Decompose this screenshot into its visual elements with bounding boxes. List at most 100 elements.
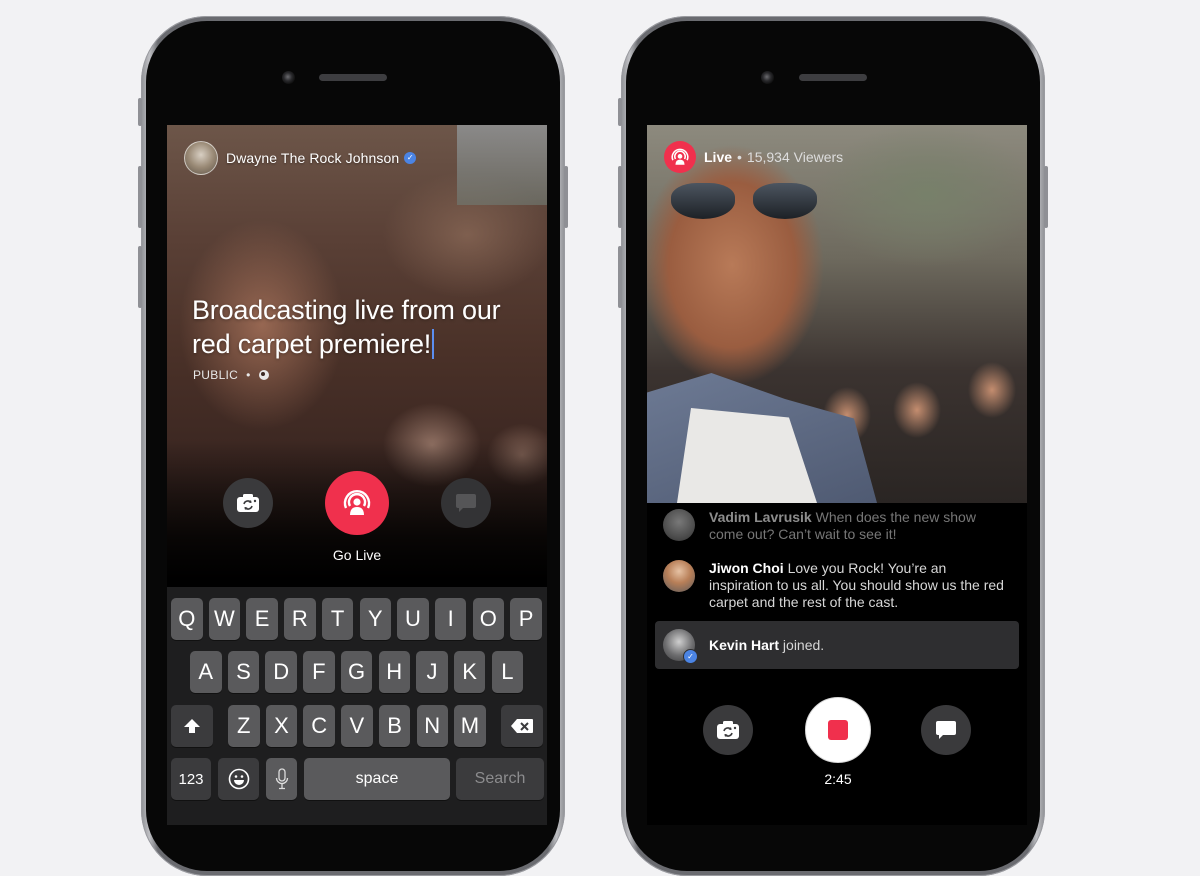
search-key[interactable]: Search [456, 758, 544, 800]
verified-badge-icon: ✓ [683, 649, 698, 664]
mute-switch [618, 98, 622, 126]
key-b[interactable]: B [378, 705, 411, 747]
comment-author[interactable]: Vadim Lavrusik [709, 509, 812, 525]
privacy-separator: • [246, 368, 251, 382]
key-i[interactable]: I [434, 598, 467, 640]
comment-icon [456, 494, 476, 512]
key-l[interactable]: L [491, 651, 524, 693]
joined-user-name[interactable]: Kevin Hart [709, 637, 779, 653]
stop-broadcast-button[interactable] [805, 697, 871, 763]
key-q[interactable]: Q [171, 598, 203, 640]
go-live-label: Go Live [332, 547, 382, 563]
comment-author[interactable]: Jiwon Choi [709, 560, 784, 576]
front-camera [282, 71, 295, 84]
keyboard: QWERTYUIOP ASDFGHJKL ZXCVBNM 123 space S… [167, 587, 547, 825]
key-x[interactable]: X [265, 705, 298, 747]
status-line-2: red carpet premiere! [192, 329, 432, 359]
phone-bezel: Live • 15,934 Viewers Vadim Lavrusik Whe… [626, 21, 1040, 871]
key-m[interactable]: M [454, 705, 486, 747]
viewer-count: 15,934 Viewers [746, 149, 844, 165]
broadcast-timer: 2:45 [824, 771, 852, 787]
comment-icon [936, 721, 956, 739]
status-line-1: Broadcasting live from our [192, 295, 501, 325]
go-live-button[interactable] [325, 471, 389, 535]
user-name[interactable]: Dwayne The Rock Johnson [226, 150, 399, 166]
earpiece-speaker [799, 74, 867, 81]
key-r[interactable]: R [284, 598, 316, 640]
joined-text: joined. [782, 637, 825, 653]
microphone-key[interactable] [266, 758, 297, 800]
flip-camera-button[interactable] [223, 478, 273, 528]
key-a[interactable]: A [190, 651, 222, 693]
comment-item: Vadim Lavrusik When does the new show co… [663, 509, 1013, 543]
key-y[interactable]: Y [359, 598, 391, 640]
privacy-selector[interactable]: PUBLIC • [193, 368, 269, 382]
live-separator: • [737, 149, 742, 165]
key-g[interactable]: G [340, 651, 373, 693]
live-broadcast-icon [671, 148, 689, 165]
emoji-key[interactable] [218, 758, 259, 800]
key-k[interactable]: K [453, 651, 486, 693]
join-notification: ✓ Kevin Hart joined. [655, 621, 1019, 669]
flip-camera-icon [717, 721, 739, 739]
numbers-key[interactable]: 123 [171, 758, 211, 800]
shift-key[interactable] [171, 705, 213, 747]
key-p[interactable]: P [510, 598, 542, 640]
text-cursor [432, 329, 435, 359]
key-e[interactable]: E [246, 598, 278, 640]
key-n[interactable]: N [416, 705, 448, 747]
privacy-label: PUBLIC [193, 368, 239, 382]
key-u[interactable]: U [397, 598, 429, 640]
verified-badge-icon: ✓ [404, 152, 417, 164]
volume-up-button [618, 166, 622, 228]
delete-key[interactable] [501, 705, 543, 747]
key-w[interactable]: W [208, 598, 241, 640]
front-camera [761, 71, 774, 84]
live-video-feed [647, 125, 1027, 503]
comment-item: Jiwon Choi Love you Rock! You’re an insp… [663, 560, 1013, 611]
live-badge [664, 141, 696, 173]
avatar[interactable] [663, 560, 695, 592]
mute-switch [138, 98, 142, 126]
emoji-icon [228, 768, 249, 790]
volume-up-button [138, 166, 142, 228]
key-s[interactable]: S [227, 651, 260, 693]
key-f[interactable]: F [303, 651, 335, 693]
globe-icon [258, 370, 269, 380]
volume-down-button [138, 246, 142, 308]
phone-bezel: Dwayne The Rock Johnson ✓ Broadcasting l… [146, 21, 560, 871]
key-v[interactable]: V [341, 705, 373, 747]
avatar[interactable]: ✓ [663, 629, 698, 664]
key-j[interactable]: J [416, 651, 448, 693]
live-header: Live • 15,934 Viewers [664, 141, 843, 173]
right-phone: Live • 15,934 Viewers Vadim Lavrusik Whe… [618, 16, 1048, 876]
comment-button[interactable] [441, 478, 491, 528]
status-input[interactable]: Broadcasting live from our red carpet pr… [192, 293, 532, 361]
key-d[interactable]: D [265, 651, 297, 693]
avatar[interactable] [184, 141, 218, 175]
live-broadcast-screen: Live • 15,934 Viewers Vadim Lavrusik Whe… [647, 125, 1027, 825]
user-header: Dwayne The Rock Johnson ✓ [184, 141, 417, 175]
key-z[interactable]: Z [228, 705, 260, 747]
earpiece-speaker [319, 74, 387, 81]
avatar[interactable] [663, 509, 695, 541]
key-o[interactable]: O [472, 598, 505, 640]
delete-icon [511, 719, 533, 733]
key-c[interactable]: C [303, 705, 335, 747]
power-button [1044, 166, 1048, 228]
comment-button[interactable] [921, 705, 971, 755]
shift-icon [184, 719, 200, 733]
flip-camera-icon [237, 494, 259, 512]
live-label: Live [704, 149, 733, 165]
stop-icon [828, 720, 848, 740]
power-button [564, 166, 568, 228]
space-key[interactable]: space [304, 758, 450, 800]
compose-live-screen: Dwayne The Rock Johnson ✓ Broadcasting l… [167, 125, 547, 825]
key-h[interactable]: H [378, 651, 410, 693]
key-t[interactable]: T [321, 598, 354, 640]
volume-down-button [618, 246, 622, 308]
left-phone: Dwayne The Rock Johnson ✓ Broadcasting l… [138, 16, 568, 876]
live-broadcast-icon [343, 490, 371, 515]
microphone-icon [275, 768, 288, 790]
flip-camera-button[interactable] [703, 705, 753, 755]
